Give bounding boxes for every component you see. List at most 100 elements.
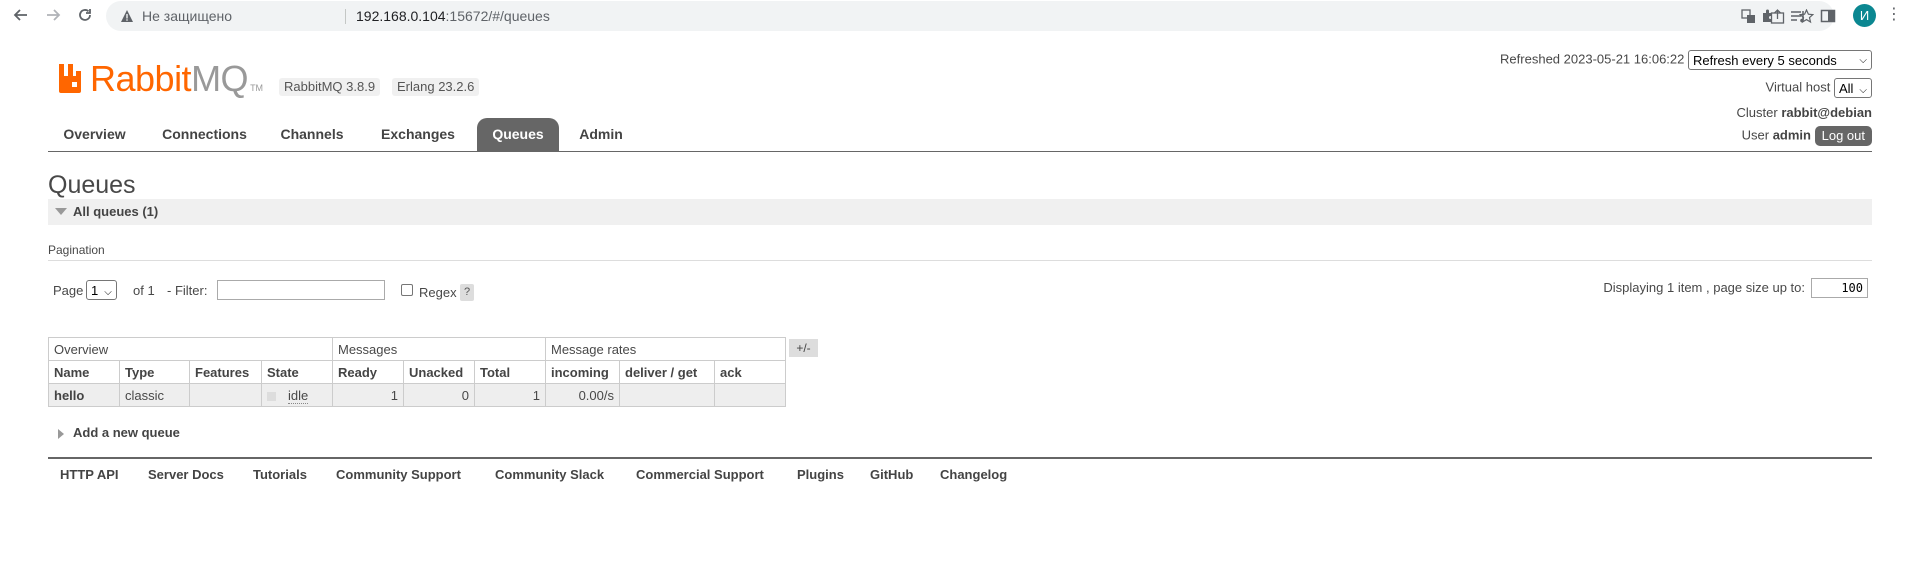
add-queue-section-header[interactable]: Add a new queue [48,425,180,440]
not-secure-label[interactable]: Не защищено [142,8,232,24]
extensions-puzzle-icon[interactable] [1757,5,1779,27]
chevron-down-icon: ⌵ [1859,55,1867,66]
page-size-input[interactable]: 100 [1811,278,1868,298]
queues-table: Overview Messages Message rates Name Typ… [48,337,786,407]
add-queue-label: Add a new queue [73,425,180,440]
tab-overview[interactable]: Overview [48,118,141,151]
forward-arrow-icon[interactable] [42,4,64,26]
omnibox-separator [345,9,346,24]
rabbitmq-version-badge: RabbitMQ 3.8.9 [279,78,381,96]
col-type[interactable]: Type [119,360,190,384]
side-panel-icon[interactable] [1817,5,1839,27]
footer-link-tutorials[interactable]: Tutorials [253,467,307,482]
queue-type: classic [119,383,190,407]
expand-triangle-icon [58,428,64,439]
tab-admin[interactable]: Admin [570,118,632,151]
logo-word-mq: MQ [191,58,249,99]
virtual-host-label: Virtual host [1765,79,1831,95]
footer-link-github[interactable]: GitHub [870,467,913,482]
queue-name-link[interactable]: hello [48,383,120,407]
reload-icon[interactable] [74,4,96,26]
warning-icon[interactable] [120,9,134,23]
virtual-host-value: All [1838,81,1854,96]
queue-ready: 1 [332,383,404,407]
col-total[interactable]: Total [474,360,546,384]
logo-trademark: TM [250,83,264,93]
col-ready[interactable]: Ready [332,360,404,384]
queue-incoming-rate: 0.00/s [545,383,620,407]
state-indicator-icon [267,391,276,401]
rabbitmq-logo-icon [59,64,81,93]
group-overview: Overview [48,337,333,361]
regex-help-button[interactable]: ? [460,284,475,301]
virtual-host-select[interactable]: All ⌵ [1833,78,1872,98]
chevron-down-icon: ⌵ [104,287,112,298]
col-unacked[interactable]: Unacked [403,360,475,384]
refreshed-label: Refreshed [1500,51,1561,67]
rabbitmq-logo[interactable]: RabbitMQ TM [57,61,264,97]
col-deliver-get[interactable]: deliver / get [619,360,715,384]
page-select[interactable]: 1 ⌵ [86,280,117,300]
page-label: Page [53,283,84,298]
pagination-divider [48,260,1872,261]
reading-list-icon[interactable] [1787,5,1809,27]
refreshed-time: 2023-05-21 16:06:22 [1563,51,1685,67]
url-text[interactable]: 192.168.0.104:15672/#/queues [356,8,550,24]
queue-deliver-get-rate [619,383,715,407]
collapse-triangle-icon [55,208,67,215]
tab-queues[interactable]: Queues [477,118,559,151]
footer-link-plugins[interactable]: Plugins [797,467,844,482]
tab-connections[interactable]: Connections [151,118,258,151]
user-name: admin [1772,127,1811,143]
column-toggle-button[interactable]: +/- [789,339,818,357]
tab-channels[interactable]: Channels [268,118,356,151]
queue-state-cell: idle [261,383,333,407]
chevron-down-icon: ⌵ [1859,85,1867,96]
queue-state[interactable]: idle [288,387,309,404]
queue-unacked: 0 [403,383,475,407]
footer-link-community-slack[interactable]: Community Slack [495,467,604,482]
page-count-label: of 1 [133,283,155,298]
col-ack[interactable]: ack [714,360,786,384]
col-incoming[interactable]: incoming [545,360,620,384]
url-host: 192.168.0.104 [356,8,446,24]
filter-label: - Filter: [167,283,208,298]
logo-wordmark: RabbitMQ [90,61,249,97]
browser-menu-icon[interactable]: ⋮ [1886,4,1902,26]
display-info: Displaying 1 item , page size up to: [1603,280,1805,295]
page-title: Queues [48,171,136,199]
footer-link-changelog[interactable]: Changelog [940,467,1007,482]
footer-link-http-api[interactable]: HTTP API [60,467,119,482]
browser-toolbar: Не защищено 192.168.0.104:15672/#/queues… [0,0,1916,31]
refresh-interval-value: Refresh every 5 seconds [1693,53,1837,68]
col-features[interactable]: Features [189,360,262,384]
translate-icon[interactable] [1739,7,1758,26]
tabs-divider [48,151,1872,152]
pagination-heading: Pagination [48,243,105,257]
back-arrow-icon[interactable] [10,4,32,26]
column-group-row: Overview Messages Message rates [48,337,786,361]
logo-word-rabbit: Rabbit [90,58,192,99]
col-state[interactable]: State [261,360,333,384]
all-queues-section-header[interactable]: All queues (1) [48,199,1872,225]
regex-checkbox[interactable] [401,284,413,296]
col-name[interactable]: Name [48,360,120,384]
page-select-value: 1 [91,283,99,298]
footer-link-server-docs[interactable]: Server Docs [148,467,224,482]
address-bar[interactable]: Не защищено 192.168.0.104:15672/#/queues [106,1,1834,31]
footer-link-commercial-support[interactable]: Commercial Support [636,467,764,482]
all-queues-label: All queues (1) [73,204,159,219]
column-header-row: Name Type Features State Ready Unacked T… [48,360,786,384]
refresh-interval-select[interactable]: Refresh every 5 seconds ⌵ [1688,50,1872,70]
filter-input[interactable] [217,280,385,300]
footer-divider [48,457,1872,459]
user-label: User [1741,127,1770,143]
footer-link-community-support[interactable]: Community Support [336,467,461,482]
queue-features [189,383,262,407]
table-row[interactable]: hello classic idle 1 0 1 0.00/s [48,383,786,407]
logout-button[interactable]: Log out [1814,126,1872,146]
tab-exchanges[interactable]: Exchanges [368,118,468,151]
queue-ack-rate [714,383,786,407]
url-path: :15672/#/queues [445,8,550,24]
profile-avatar[interactable]: И [1853,4,1876,27]
